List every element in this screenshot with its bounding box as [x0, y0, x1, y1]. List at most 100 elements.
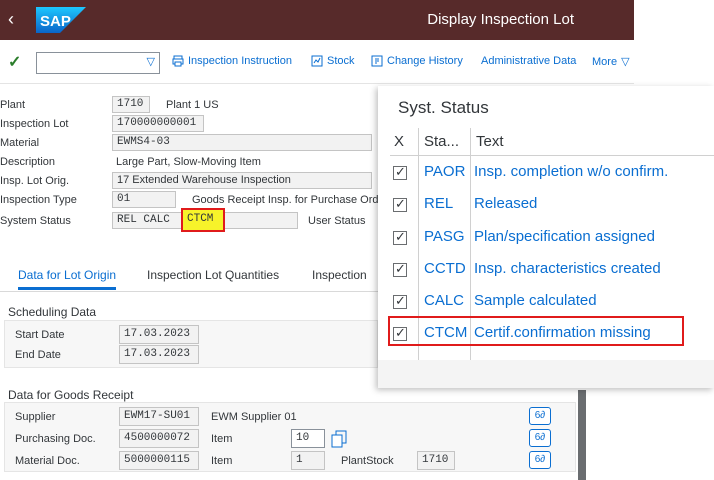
purchasing-doc-field[interactable]: 4500000072 [119, 429, 199, 448]
checkbox[interactable] [393, 229, 407, 245]
insp-lot-orig-label: Insp. Lot Orig. [0, 175, 70, 187]
system-status-row: System Status REL CALC CTCM User Status [0, 208, 380, 232]
sap-logo-text: SAP [40, 13, 71, 30]
description-label: Description [0, 156, 56, 168]
change-history-button[interactable]: Change History [371, 55, 463, 67]
start-date-label: Start Date [15, 329, 65, 341]
supplier-row: Supplier EWM17-SU01 EWM Supplier 01 6∂ [5, 407, 575, 427]
plant-stock-label: PlantStock [341, 455, 394, 467]
material-doc-row: Material Doc. 5000000115 Item 1 PlantSto… [5, 451, 575, 471]
checkbox[interactable] [393, 196, 407, 212]
scrollbar[interactable] [578, 390, 586, 480]
tab-inspection-lot-quantities[interactable]: Inspection Lot Quantities [147, 268, 279, 282]
status-code: CALC [424, 292, 465, 309]
ctcm-highlight: CTCM [181, 208, 225, 232]
material-label: Material [0, 137, 40, 149]
tab-bar: Data for Lot Origin Inspection Lot Quant… [0, 258, 380, 292]
stock-label: Stock [327, 55, 355, 67]
status-text: Plan/specification assigned [474, 228, 655, 245]
status-row[interactable]: REL Released [390, 190, 714, 222]
purchasing-doc-label: Purchasing Doc. [15, 433, 96, 445]
status-row[interactable]: CALC Sample calculated [390, 287, 714, 319]
administrative-data-label: Administrative Data [481, 55, 577, 67]
purchasing-item-label: Item [211, 433, 233, 445]
inspection-type-text: Goods Receipt Insp. for Purchase Ord [192, 194, 379, 206]
status-row[interactable]: PAOR Insp. completion w/o confirm. [390, 158, 714, 190]
glasses-icon[interactable]: 6∂ [529, 407, 551, 425]
status-code: PASG [424, 228, 465, 245]
status-table-header: X Sta... Text [390, 128, 714, 156]
plant-stock-field[interactable]: 1710 [417, 451, 455, 470]
material-row: Material EWMS4-03 [0, 134, 380, 153]
scheduling-title: Scheduling Data [8, 305, 97, 319]
end-date-field[interactable]: 17.03.2023 [119, 345, 199, 364]
more-button[interactable]: More ▽ [592, 55, 630, 69]
status-text: Released [474, 195, 538, 212]
inspection-type-field[interactable]: 01 [112, 191, 176, 208]
value-help-icon[interactable] [331, 430, 347, 448]
stock-icon [311, 55, 323, 67]
checkbox[interactable] [393, 293, 407, 309]
tab-data-for-lot-origin[interactable]: Data for Lot Origin [18, 268, 117, 290]
history-icon [371, 55, 383, 67]
material-item-field[interactable]: 1 [291, 451, 325, 470]
popup-footer [378, 360, 714, 388]
shell-bar: ‹ SAP Display Inspection Lot [0, 0, 634, 40]
status-code: REL [424, 195, 454, 212]
inspection-lot-row: Inspection Lot 170000000001 [0, 115, 380, 134]
scheduling-panel: Start Date 17.03.2023 End Date 17.03.202… [4, 320, 378, 368]
checkbox[interactable] [393, 164, 407, 180]
material-item-label: Item [211, 455, 233, 467]
administrative-data-button[interactable]: Administrative Data [481, 55, 576, 67]
stock-button[interactable]: Stock [311, 55, 355, 67]
end-date-label: End Date [15, 349, 61, 361]
ctcm-highlight-text: CTCM [187, 213, 214, 225]
glasses-icon[interactable]: 6∂ [529, 429, 551, 447]
material-doc-field[interactable]: 5000000115 [119, 451, 199, 470]
plant-field[interactable]: 1710 [112, 96, 150, 113]
insp-lot-orig-field[interactable]: 17 Extended Warehouse Inspection [112, 172, 372, 189]
supplier-field[interactable]: EWM17-SU01 [119, 407, 199, 426]
inspection-instruction-button[interactable]: Inspection Instruction [172, 55, 292, 67]
checkbox[interactable] [393, 261, 407, 277]
sap-logo[interactable]: SAP [36, 7, 86, 33]
description-row: Description Large Part, Slow-Moving Item [0, 153, 380, 172]
chevron-down-icon: ▽ [621, 56, 630, 68]
printer-icon [172, 55, 184, 67]
end-date-row: End Date 17.03.2023 [5, 345, 375, 365]
change-history-label: Change History [387, 55, 463, 67]
column-text[interactable]: Text [476, 133, 504, 150]
insp-lot-orig-row: Insp. Lot Orig. 17 Extended Warehouse In… [0, 172, 380, 191]
plant-text: Plant 1 US [166, 99, 219, 111]
tab-inspection[interactable]: Inspection [312, 268, 367, 282]
goods-receipt-title: Data for Goods Receipt [8, 388, 134, 402]
chevron-down-icon[interactable]: ▽ [147, 55, 155, 68]
plant-label: Plant [0, 99, 26, 111]
status-row[interactable]: CCTD Insp. characteristics created [390, 255, 714, 287]
back-icon[interactable]: ‹ [8, 7, 28, 31]
column-status[interactable]: Sta... [424, 133, 459, 150]
column-x[interactable]: X [394, 133, 404, 150]
purchasing-item-field[interactable]: 10 [291, 429, 325, 448]
supplier-label: Supplier [15, 411, 56, 423]
status-text: Sample calculated [474, 292, 597, 309]
start-date-field[interactable]: 17.03.2023 [119, 325, 199, 344]
inspection-lot-field[interactable]: 170000000001 [112, 115, 204, 132]
inspection-lot-label: Inspection Lot [0, 118, 69, 130]
glasses-icon[interactable]: 6∂ [529, 451, 551, 469]
check-icon[interactable]: ✓ [8, 52, 21, 72]
command-field[interactable]: ▽ [36, 52, 160, 74]
status-text: Insp. characteristics created [474, 260, 661, 277]
status-row[interactable]: PASG Plan/specification assigned [390, 223, 714, 255]
purchasing-doc-row: Purchasing Doc. 4500000072 Item 10 6∂ [5, 429, 575, 449]
plant-row: Plant 1710 Plant 1 US [0, 96, 380, 115]
material-field[interactable]: EWMS4-03 [112, 134, 372, 151]
ctcm-row-highlight [388, 316, 684, 346]
system-status-label: System Status [0, 215, 71, 227]
inspection-instruction-label: Inspection Instruction [188, 55, 292, 67]
description-text: Large Part, Slow-Moving Item [116, 156, 261, 168]
start-date-row: Start Date 17.03.2023 [5, 325, 375, 345]
material-doc-label: Material Doc. [15, 455, 80, 467]
supplier-text: EWM Supplier 01 [211, 411, 297, 423]
toolbar: ✓ ▽ Inspection Instruction Stock Change … [0, 40, 634, 84]
